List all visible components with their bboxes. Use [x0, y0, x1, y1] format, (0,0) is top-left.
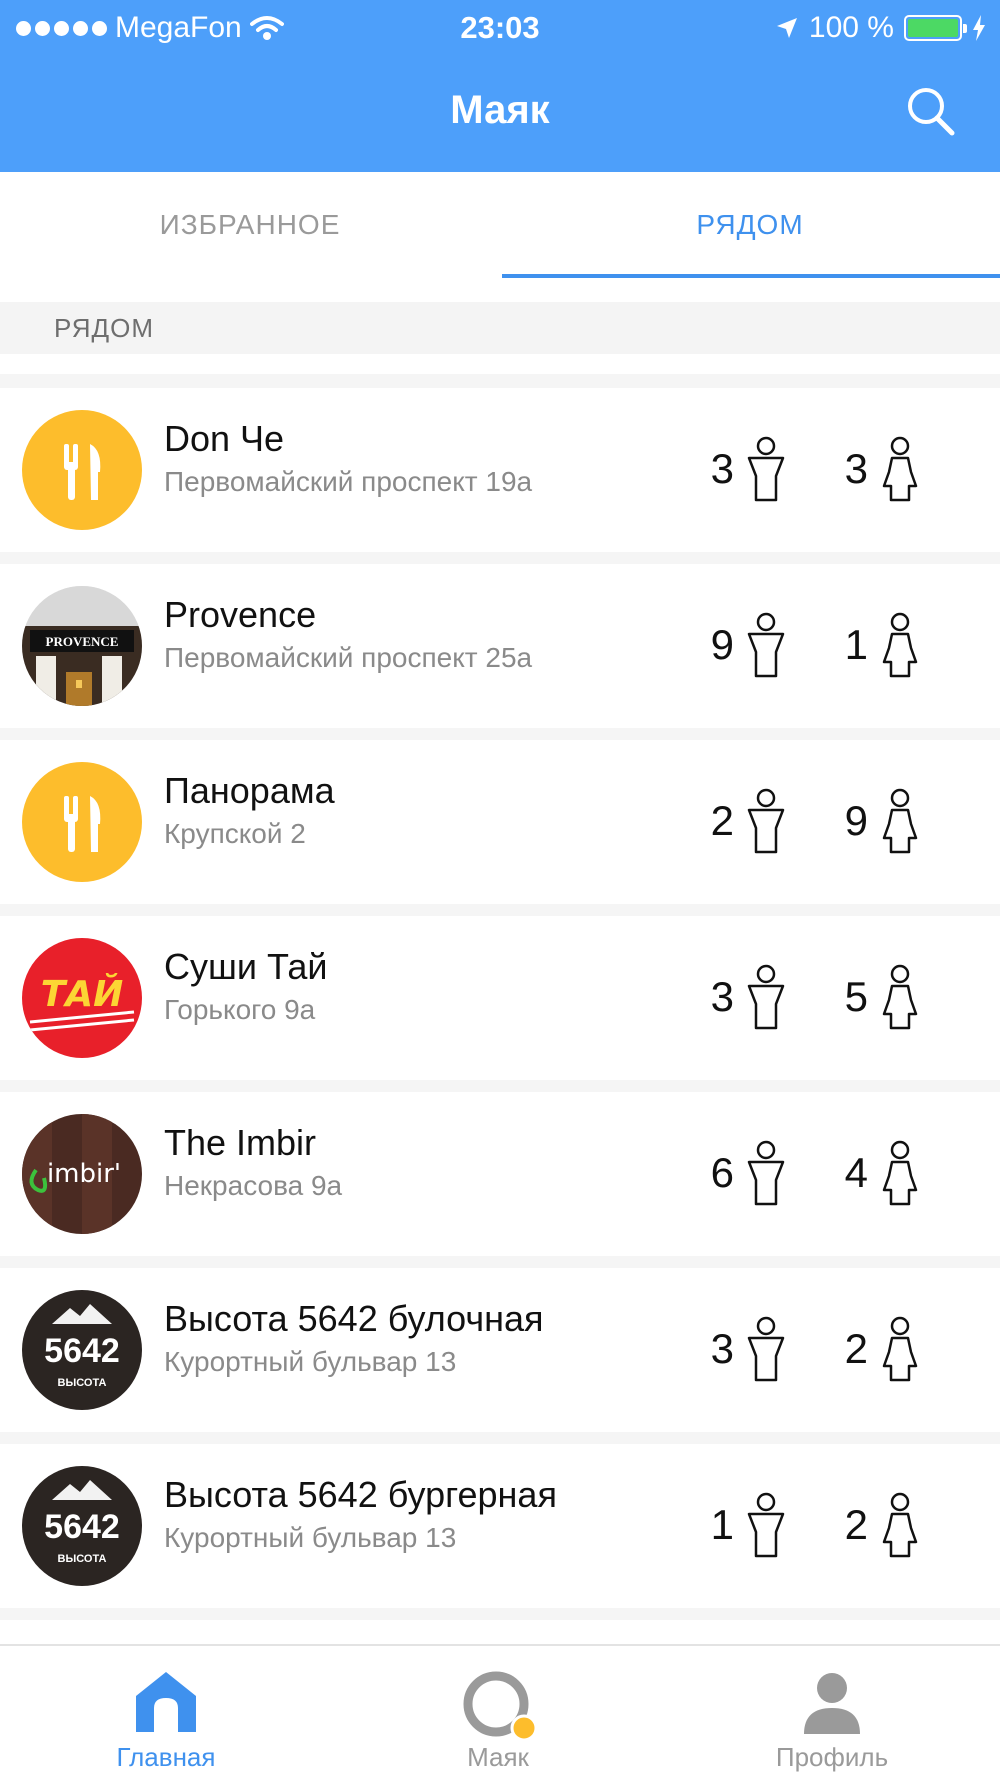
segment-tabs: ИЗБРАННОЕ РЯДОМ — [0, 172, 1000, 280]
male-icon — [747, 788, 785, 854]
list-item[interactable]: 5642 ВЫСОТА Высота 5642 бургерная Курорт… — [0, 1444, 1000, 1608]
venue-list: Don Че Первомайский проспект 19а 3 3 PRO… — [0, 374, 1000, 1634]
tabbar-label: Маяк — [467, 1742, 529, 1772]
venue-address: Крупской 2 — [164, 818, 306, 849]
female-count: 1 — [844, 621, 868, 668]
male-count: 6 — [710, 1149, 734, 1196]
venue-address: Первомайский проспект 19а — [164, 466, 533, 497]
battery-icon — [904, 15, 967, 41]
list-item[interactable]: imbir' The Imbir Некрасова 9а 6 4 — [0, 1092, 1000, 1256]
female-icon — [882, 612, 918, 678]
bottom-tab-bar: Главная Маяк Профиль — [0, 1644, 1000, 1778]
female-icon — [882, 1492, 918, 1558]
male-icon — [747, 1492, 785, 1558]
active-tab-indicator — [502, 274, 1000, 278]
female-count: 2 — [844, 1325, 868, 1372]
female-icon — [882, 964, 918, 1030]
status-bar: MegaFon 23:03 100 % — [0, 0, 1000, 56]
status-right: 100 % — [775, 8, 986, 48]
tab-favorites[interactable]: ИЗБРАННОЕ — [0, 172, 500, 280]
sushi-tai-logo-text: ТАЙ — [41, 973, 124, 1015]
section-header: РЯДОМ — [0, 302, 1000, 354]
venue-name: The Imbir — [164, 1122, 317, 1163]
venue-name: Панорама — [164, 770, 335, 811]
male-count: 3 — [710, 445, 734, 492]
imbir-logo-text: imbir' — [47, 1159, 121, 1189]
tabbar-item-home[interactable]: Главная — [66, 1646, 266, 1778]
header: MegaFon 23:03 100 % Маяк — [0, 0, 1000, 172]
tab-nearby[interactable]: РЯДОМ — [500, 172, 1000, 280]
tabbar-label: Главная — [116, 1742, 216, 1772]
provence-photo: PROVENCE — [22, 586, 142, 706]
female-icon — [882, 788, 918, 854]
vysota-logo-number: 5642 — [44, 1508, 120, 1546]
venue-name: Суши Тай — [164, 946, 328, 987]
tabbar-item-profile[interactable]: Профиль — [732, 1646, 932, 1778]
venue-name: Высота 5642 бургерная — [164, 1474, 557, 1515]
male-icon — [747, 964, 785, 1030]
list-item[interactable]: 5642 ВЫСОТА Высота 5642 булочная Курортн… — [0, 1268, 1000, 1432]
female-count: 3 — [844, 445, 868, 492]
venue-address: Курортный бульвар 13 — [164, 1346, 457, 1377]
venue-address: Некрасова 9а — [164, 1170, 343, 1201]
male-icon — [747, 1316, 785, 1382]
vysota-logo-number: 5642 — [44, 1332, 120, 1370]
imbir-logo: imbir' — [22, 1114, 142, 1234]
tabbar-label: Профиль — [775, 1742, 889, 1772]
location-arrow-icon — [776, 18, 797, 38]
fork-knife-icon — [22, 762, 142, 882]
profile-icon — [804, 1673, 860, 1734]
search-button[interactable] — [900, 82, 960, 142]
list-item[interactable]: Панорама Крупской 2 2 9 — [0, 740, 1000, 904]
male-count: 3 — [710, 1325, 734, 1372]
venue-address: Первомайский проспект 25а — [164, 642, 533, 673]
provence-sign: PROVENCE — [46, 634, 119, 649]
charging-bolt-icon — [973, 15, 985, 41]
mayak-icon — [463, 1671, 538, 1740]
tabbar-item-mayak[interactable]: Маяк — [398, 1646, 598, 1778]
list-item-partial — [0, 1620, 1000, 1634]
list-item[interactable]: Don Че Первомайский проспект 19а 3 3 — [0, 388, 1000, 552]
female-count: 5 — [844, 973, 868, 1020]
female-count: 9 — [844, 797, 868, 844]
male-count: 3 — [710, 973, 734, 1020]
male-count: 2 — [710, 797, 734, 844]
male-icon — [747, 612, 785, 678]
vysota-logo-caption: ВЫСОТА — [58, 1377, 107, 1389]
vysota-logo-caption: ВЫСОТА — [58, 1553, 107, 1565]
male-count: 9 — [710, 621, 734, 668]
list-item[interactable]: ТАЙ Суши Тай Горького 9а 3 5 — [0, 916, 1000, 1080]
venue-name: Provence — [164, 594, 317, 635]
venue-address: Горького 9а — [164, 994, 316, 1025]
vysota-logo: 5642 ВЫСОТА — [22, 1466, 142, 1586]
search-icon — [908, 88, 955, 136]
venue-address: Курортный бульвар 13 — [164, 1522, 457, 1553]
vysota-logo: 5642 ВЫСОТА — [22, 1290, 142, 1410]
sushi-tai-logo: ТАЙ — [22, 938, 142, 1058]
female-icon — [882, 1140, 918, 1206]
male-icon — [747, 436, 785, 502]
venue-name: Don Че — [164, 418, 285, 459]
female-count: 2 — [844, 1501, 868, 1548]
male-count: 1 — [710, 1501, 734, 1548]
home-icon — [136, 1672, 196, 1732]
female-icon — [882, 1316, 918, 1382]
fork-knife-icon — [22, 410, 142, 530]
battery-level — [908, 19, 958, 37]
female-count: 4 — [844, 1149, 868, 1196]
female-icon — [882, 436, 918, 502]
page-title: Маяк — [450, 88, 550, 132]
list-item[interactable]: PROVENCE Provence Первомайский проспект … — [0, 564, 1000, 728]
male-icon — [747, 1140, 785, 1206]
battery-percent: 100 % — [808, 11, 894, 44]
venue-name: Высота 5642 булочная — [164, 1298, 544, 1339]
